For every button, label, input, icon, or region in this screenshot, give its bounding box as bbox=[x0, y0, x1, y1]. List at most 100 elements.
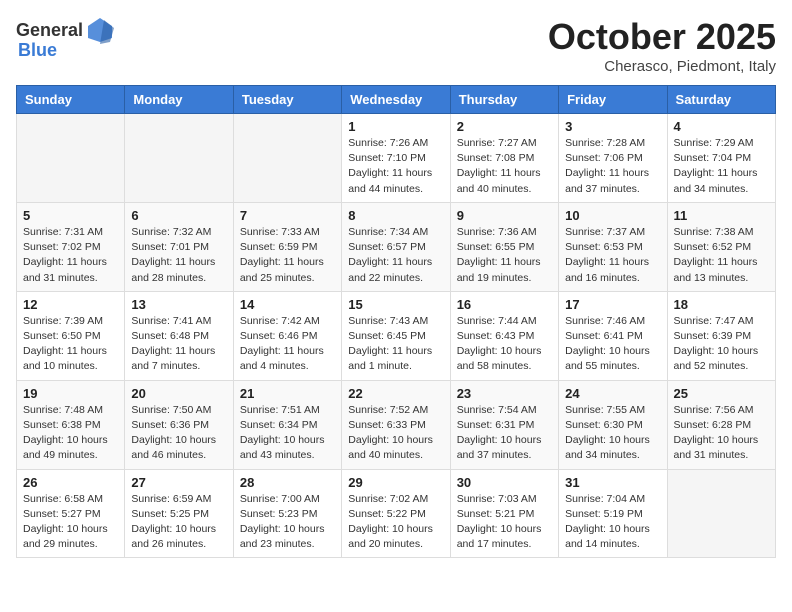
week-row-2: 5Sunrise: 7:31 AM Sunset: 7:02 PM Daylig… bbox=[17, 202, 776, 291]
day-detail: Sunrise: 7:27 AM Sunset: 7:08 PM Dayligh… bbox=[457, 136, 552, 197]
day-number: 25 bbox=[674, 386, 769, 401]
day-number: 21 bbox=[240, 386, 335, 401]
day-number: 31 bbox=[565, 475, 660, 490]
day-cell-7: 7 Sunrise: 7:33 AM Sunset: 6:59 PM Daylig… bbox=[233, 202, 341, 291]
day-detail: Sunrise: 7:36 AM Sunset: 6:55 PM Dayligh… bbox=[457, 225, 552, 286]
day-number: 8 bbox=[348, 208, 443, 223]
day-detail: Sunrise: 7:37 AM Sunset: 6:53 PM Dayligh… bbox=[565, 225, 660, 286]
day-detail: Sunrise: 7:00 AM Sunset: 5:23 PM Dayligh… bbox=[240, 492, 335, 553]
day-detail: Sunrise: 7:52 AM Sunset: 6:33 PM Dayligh… bbox=[348, 403, 443, 464]
day-number: 5 bbox=[23, 208, 118, 223]
day-cell-12: 12 Sunrise: 7:39 AM Sunset: 6:50 PM Dayli… bbox=[17, 291, 125, 380]
empty-cell bbox=[17, 114, 125, 203]
day-cell-6: 6Sunrise: 7:32 AM Sunset: 7:01 PM Daylig… bbox=[125, 202, 233, 291]
day-cell-4: 4 Sunrise: 7:29 AM Sunset: 7:04 PM Daylig… bbox=[667, 114, 775, 203]
day-number: 14 bbox=[240, 297, 335, 312]
day-detail: Sunrise: 7:02 AM Sunset: 5:22 PM Dayligh… bbox=[348, 492, 443, 553]
day-cell-21: 21 Sunrise: 7:51 AM Sunset: 6:34 PM Dayli… bbox=[233, 380, 341, 469]
day-cell-25: 25 Sunrise: 7:56 AM Sunset: 6:28 PM Dayli… bbox=[667, 380, 775, 469]
week-row-3: 12 Sunrise: 7:39 AM Sunset: 6:50 PM Dayli… bbox=[17, 291, 776, 380]
day-number: 30 bbox=[457, 475, 552, 490]
week-row-4: 19 Sunrise: 7:48 AM Sunset: 6:38 PM Dayli… bbox=[17, 380, 776, 469]
day-cell-24: 24Sunrise: 7:55 AM Sunset: 6:30 PM Dayli… bbox=[559, 380, 667, 469]
day-cell-16: 16 Sunrise: 7:44 AM Sunset: 6:43 PM Dayli… bbox=[450, 291, 558, 380]
day-cell-1: 1 Sunrise: 7:26 AM Sunset: 7:10 PM Daylig… bbox=[342, 114, 450, 203]
day-detail: Sunrise: 7:51 AM Sunset: 6:34 PM Dayligh… bbox=[240, 403, 335, 464]
day-cell-18: 18 Sunrise: 7:47 AM Sunset: 6:39 PM Dayli… bbox=[667, 291, 775, 380]
day-cell-13: 13 Sunrise: 7:41 AM Sunset: 6:48 PM Dayli… bbox=[125, 291, 233, 380]
day-number: 16 bbox=[457, 297, 552, 312]
day-detail: Sunrise: 7:29 AM Sunset: 7:04 PM Dayligh… bbox=[674, 136, 769, 197]
day-detail: Sunrise: 7:33 AM Sunset: 6:59 PM Dayligh… bbox=[240, 225, 335, 286]
day-cell-20: 20Sunrise: 7:50 AM Sunset: 6:36 PM Dayli… bbox=[125, 380, 233, 469]
day-cell-11: 11 Sunrise: 7:38 AM Sunset: 6:52 PM Dayli… bbox=[667, 202, 775, 291]
day-cell-31: 31 Sunrise: 7:04 AM Sunset: 5:19 PM Dayli… bbox=[559, 469, 667, 558]
day-detail: Sunrise: 7:50 AM Sunset: 6:36 PM Dayligh… bbox=[131, 403, 226, 464]
day-cell-27: 27 Sunrise: 6:59 AM Sunset: 5:25 PM Dayli… bbox=[125, 469, 233, 558]
weekday-header-friday: Friday bbox=[559, 86, 667, 114]
weekday-header-wednesday: Wednesday bbox=[342, 86, 450, 114]
page-header: General Blue October 2025 Cherasco, Pied… bbox=[16, 16, 776, 75]
day-detail: Sunrise: 7:04 AM Sunset: 5:19 PM Dayligh… bbox=[565, 492, 660, 553]
day-number: 7 bbox=[240, 208, 335, 223]
day-cell-17: 17 Sunrise: 7:46 AM Sunset: 6:41 PM Dayli… bbox=[559, 291, 667, 380]
day-cell-15: 15Sunrise: 7:43 AM Sunset: 6:45 PM Dayli… bbox=[342, 291, 450, 380]
day-cell-19: 19 Sunrise: 7:48 AM Sunset: 6:38 PM Dayli… bbox=[17, 380, 125, 469]
day-detail: Sunrise: 7:32 AM Sunset: 7:01 PM Dayligh… bbox=[131, 225, 226, 286]
day-cell-2: 2Sunrise: 7:27 AM Sunset: 7:08 PM Daylig… bbox=[450, 114, 558, 203]
day-number: 4 bbox=[674, 119, 769, 134]
day-detail: Sunrise: 7:47 AM Sunset: 6:39 PM Dayligh… bbox=[674, 314, 769, 375]
week-row-1: 1 Sunrise: 7:26 AM Sunset: 7:10 PM Daylig… bbox=[17, 114, 776, 203]
day-number: 29 bbox=[348, 475, 443, 490]
day-detail: Sunrise: 7:56 AM Sunset: 6:28 PM Dayligh… bbox=[674, 403, 769, 464]
weekday-header-saturday: Saturday bbox=[667, 86, 775, 114]
day-detail: Sunrise: 7:46 AM Sunset: 6:41 PM Dayligh… bbox=[565, 314, 660, 375]
day-detail: Sunrise: 7:03 AM Sunset: 5:21 PM Dayligh… bbox=[457, 492, 552, 553]
calendar-table: SundayMondayTuesdayWednesdayThursdayFrid… bbox=[16, 85, 776, 558]
day-cell-28: 28Sunrise: 7:00 AM Sunset: 5:23 PM Dayli… bbox=[233, 469, 341, 558]
day-detail: Sunrise: 6:58 AM Sunset: 5:27 PM Dayligh… bbox=[23, 492, 118, 553]
weekday-header-row: SundayMondayTuesdayWednesdayThursdayFrid… bbox=[17, 86, 776, 114]
day-detail: Sunrise: 6:59 AM Sunset: 5:25 PM Dayligh… bbox=[131, 492, 226, 553]
weekday-header-tuesday: Tuesday bbox=[233, 86, 341, 114]
week-row-5: 26 Sunrise: 6:58 AM Sunset: 5:27 PM Dayli… bbox=[17, 469, 776, 558]
day-cell-3: 3 Sunrise: 7:28 AM Sunset: 7:06 PM Daylig… bbox=[559, 114, 667, 203]
day-number: 18 bbox=[674, 297, 769, 312]
day-detail: Sunrise: 7:28 AM Sunset: 7:06 PM Dayligh… bbox=[565, 136, 660, 197]
day-number: 12 bbox=[23, 297, 118, 312]
logo-blue: Blue bbox=[18, 40, 57, 61]
day-detail: Sunrise: 7:34 AM Sunset: 6:57 PM Dayligh… bbox=[348, 225, 443, 286]
day-detail: Sunrise: 7:38 AM Sunset: 6:52 PM Dayligh… bbox=[674, 225, 769, 286]
title-section: October 2025 Cherasco, Piedmont, Italy bbox=[548, 16, 776, 75]
day-cell-14: 14 Sunrise: 7:42 AM Sunset: 6:46 PM Dayli… bbox=[233, 291, 341, 380]
day-number: 13 bbox=[131, 297, 226, 312]
month-title: October 2025 bbox=[548, 16, 776, 58]
day-number: 26 bbox=[23, 475, 118, 490]
day-number: 11 bbox=[674, 208, 769, 223]
day-cell-29: 29 Sunrise: 7:02 AM Sunset: 5:22 PM Dayli… bbox=[342, 469, 450, 558]
day-number: 9 bbox=[457, 208, 552, 223]
logo-general: General bbox=[16, 20, 83, 41]
day-cell-9: 9 Sunrise: 7:36 AM Sunset: 6:55 PM Daylig… bbox=[450, 202, 558, 291]
day-number: 22 bbox=[348, 386, 443, 401]
day-number: 27 bbox=[131, 475, 226, 490]
day-detail: Sunrise: 7:26 AM Sunset: 7:10 PM Dayligh… bbox=[348, 136, 443, 197]
day-cell-10: 10 Sunrise: 7:37 AM Sunset: 6:53 PM Dayli… bbox=[559, 202, 667, 291]
weekday-header-sunday: Sunday bbox=[17, 86, 125, 114]
empty-cell bbox=[125, 114, 233, 203]
day-detail: Sunrise: 7:48 AM Sunset: 6:38 PM Dayligh… bbox=[23, 403, 118, 464]
day-number: 19 bbox=[23, 386, 118, 401]
day-number: 15 bbox=[348, 297, 443, 312]
day-number: 3 bbox=[565, 119, 660, 134]
day-number: 1 bbox=[348, 119, 443, 134]
weekday-header-monday: Monday bbox=[125, 86, 233, 114]
day-number: 17 bbox=[565, 297, 660, 312]
empty-cell bbox=[233, 114, 341, 203]
day-detail: Sunrise: 7:44 AM Sunset: 6:43 PM Dayligh… bbox=[457, 314, 552, 375]
day-detail: Sunrise: 7:39 AM Sunset: 6:50 PM Dayligh… bbox=[23, 314, 118, 375]
day-detail: Sunrise: 7:55 AM Sunset: 6:30 PM Dayligh… bbox=[565, 403, 660, 464]
day-detail: Sunrise: 7:41 AM Sunset: 6:48 PM Dayligh… bbox=[131, 314, 226, 375]
day-detail: Sunrise: 7:42 AM Sunset: 6:46 PM Dayligh… bbox=[240, 314, 335, 375]
logo: General Blue bbox=[16, 16, 114, 61]
day-number: 10 bbox=[565, 208, 660, 223]
